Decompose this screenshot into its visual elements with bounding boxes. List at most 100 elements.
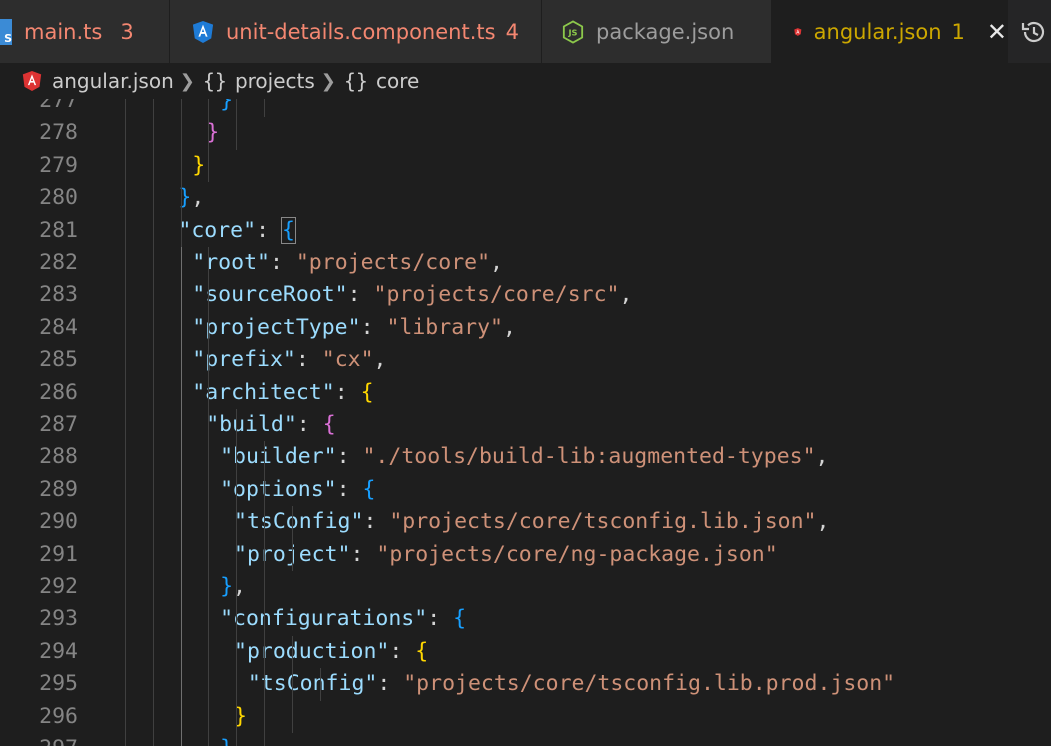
indent-guide	[208, 311, 210, 345]
code-line[interactable]: 292},	[0, 571, 1051, 604]
indent-guide	[264, 635, 265, 669]
json-punctuation: {	[453, 606, 467, 632]
indent-guide	[125, 117, 126, 150]
indent-guide	[125, 247, 126, 280]
code-line[interactable]: 277}	[0, 99, 1051, 118]
json-punctuation: {	[362, 476, 376, 502]
indent-guide	[125, 441, 126, 474]
code-line[interactable]: 279}	[0, 149, 1051, 183]
indent-guide	[208, 409, 210, 442]
angular-icon	[22, 71, 42, 91]
code-line[interactable]: 297}	[0, 733, 1051, 746]
line-code: "sourceRoot": "projects/core/src",	[192, 279, 632, 311]
indent-guide	[180, 311, 182, 345]
json-punctuation: :	[269, 250, 296, 275]
code-line[interactable]: 284 "projectType": "library",	[0, 311, 1051, 345]
tab-angular-json[interactable]: angular.json 1 ✕	[772, 0, 1008, 63]
indent-guide	[236, 506, 238, 539]
indent-guide	[264, 733, 265, 746]
indent-guide	[264, 506, 265, 539]
code-line[interactable]: 287 "build": {	[0, 409, 1051, 442]
json-string: "cx"	[321, 347, 374, 373]
code-line[interactable]: 280},	[0, 182, 1051, 215]
code-line[interactable]: 290 "tsConfig": "projects/core/tsconfig.l…	[0, 506, 1051, 539]
line-code: "configurations": {	[220, 603, 466, 635]
problem-count: 3	[120, 19, 134, 44]
indent-guide	[236, 117, 238, 150]
indent-guide	[125, 733, 126, 746]
tab-main-ts[interactable]: S main.ts 3	[0, 0, 170, 63]
line-number: 288	[39, 444, 78, 470]
code-line[interactable]: 278}	[0, 117, 1051, 150]
indent-guide	[236, 635, 238, 669]
code-line[interactable]: 281 "core": {	[0, 214, 1051, 247]
indent-guide	[264, 441, 265, 474]
json-key: "projectType"	[192, 314, 361, 340]
breadcrumb-projects[interactable]: projects	[235, 69, 315, 93]
indent-guide	[208, 668, 210, 701]
breadcrumb-core[interactable]: core	[376, 69, 419, 93]
indent-guide	[125, 376, 126, 409]
problem-count: 4	[505, 19, 519, 44]
json-punctuation: :	[377, 671, 404, 697]
json-string: "projects/core/ng-package.json"	[376, 541, 778, 567]
indent-guide	[125, 99, 126, 118]
code-line[interactable]: 288 "builder": "./tools/build-lib:augment…	[0, 441, 1051, 474]
line-code: }	[220, 99, 233, 117]
close-icon[interactable]: ✕	[987, 18, 1007, 46]
indent-guide	[208, 279, 210, 312]
tab-label: package.json	[596, 19, 735, 44]
code-line[interactable]: 296}	[0, 700, 1051, 733]
indent-guide	[264, 99, 265, 118]
indent-guide	[180, 117, 182, 150]
code-line[interactable]: 294 "production": {	[0, 635, 1051, 669]
code-line[interactable]: 295 "tsConfig": "projects/core/tsconfig.l…	[0, 668, 1051, 701]
line-code: "root": "projects/core",	[192, 247, 503, 279]
indent-guide	[319, 668, 321, 701]
code-line[interactable]: 282 "root": "projects/core",	[0, 247, 1051, 280]
json-punctuation: ,	[373, 347, 387, 373]
tab-label: angular.json	[813, 19, 942, 44]
indent-guide	[152, 344, 154, 377]
indent-guide	[180, 668, 182, 701]
indent-guide	[125, 506, 126, 539]
problem-count: 1	[951, 19, 965, 44]
indent-guide	[125, 311, 126, 345]
code-line[interactable]: 283 "sourceRoot": "projects/core/src",	[0, 279, 1051, 312]
indent-guide	[152, 117, 154, 150]
line-number: 296	[39, 703, 78, 729]
json-punctuation: :	[350, 541, 377, 567]
line-number: 291	[39, 541, 78, 567]
code-line[interactable]: 293 "configurations": {	[0, 603, 1051, 636]
line-number: 295	[39, 671, 78, 697]
line-code: "core": {	[178, 215, 296, 247]
json-punctuation: }	[192, 152, 206, 178]
line-number: 286	[39, 379, 78, 405]
tab-unit-details-component[interactable]: unit-details.component.ts 4	[170, 0, 542, 63]
indent-guide	[180, 214, 182, 247]
code-editor[interactable]: 277} 278} 279} 280}, 281 "core": {282 "root": …	[0, 99, 1051, 746]
line-code: },	[178, 182, 204, 214]
indent-guide	[180, 635, 182, 669]
code-line[interactable]: 291 "project": "projects/core/ng-package.…	[0, 538, 1051, 571]
json-punctuation: ,	[490, 250, 503, 275]
indent-guide	[152, 538, 154, 571]
json-punctuation: :	[296, 412, 323, 437]
breadcrumb-file[interactable]: angular.json	[52, 69, 174, 93]
indent-guide	[180, 182, 182, 215]
json-punctuation: :	[336, 476, 363, 502]
code-line[interactable]: 285 "prefix": "cx",	[0, 344, 1051, 377]
code-line[interactable]: 286 "architect": {	[0, 376, 1051, 409]
history-icon[interactable]	[1020, 18, 1048, 46]
line-number: 284	[39, 314, 78, 340]
indent-guide	[208, 441, 210, 474]
json-key: "root"	[192, 250, 270, 275]
json-punctuation: ,	[619, 282, 633, 308]
tab-package-json[interactable]: JS package.json	[542, 0, 772, 63]
code-line[interactable]: 289 "options": {	[0, 473, 1051, 507]
json-string: "projects/core/src"	[373, 282, 620, 308]
indent-guide	[291, 668, 293, 701]
indent-guide	[236, 409, 238, 442]
json-key: "tsConfig"	[234, 509, 364, 535]
line-number: 278	[39, 120, 78, 146]
